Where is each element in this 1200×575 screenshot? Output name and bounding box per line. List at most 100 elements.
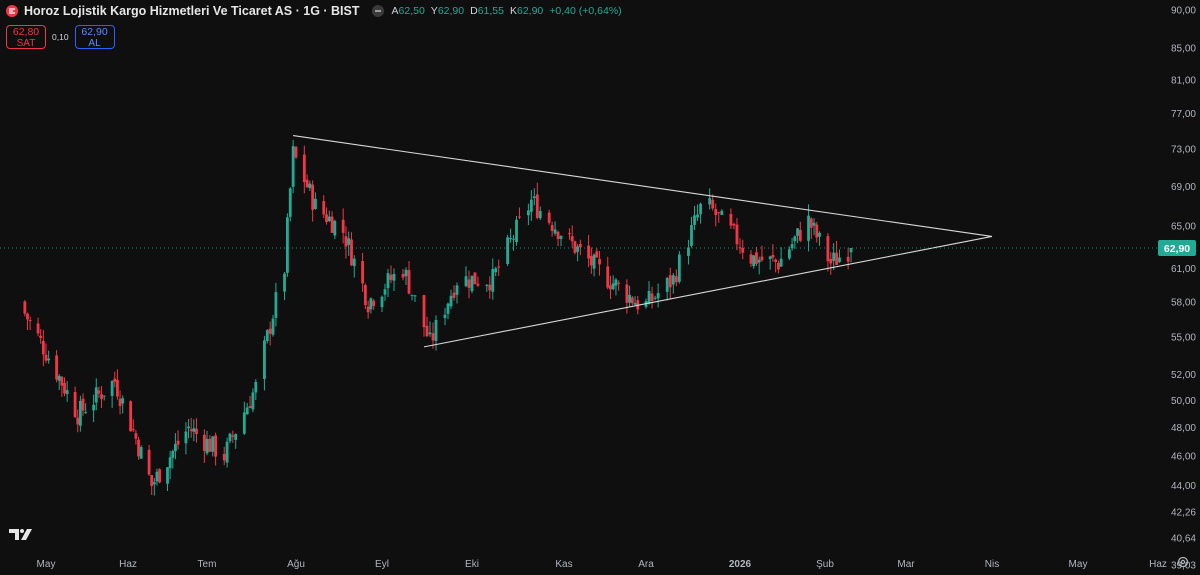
candle-body	[628, 294, 631, 303]
candle-body	[633, 303, 637, 305]
candle-body	[494, 268, 498, 273]
candle-body	[129, 401, 133, 432]
candle-body	[592, 254, 596, 269]
candle-body	[285, 217, 289, 273]
price-chart[interactable]: 90,00 85,00 81,00 77,00 73,00 69,00 65,00 61,00…	[0, 0, 1200, 575]
candle-body	[380, 296, 384, 308]
candle-body	[595, 251, 599, 258]
buy-label: AL	[88, 38, 101, 49]
x-tick-label: Haz	[119, 559, 137, 570]
candle-body	[617, 282, 621, 284]
candle-body	[671, 275, 675, 285]
candle-body	[708, 198, 712, 205]
candle-body	[184, 431, 188, 444]
y-tick-label: 77,00	[1171, 109, 1196, 120]
candle-body	[720, 210, 724, 215]
candle-body	[341, 219, 345, 233]
buy-button[interactable]: 62,90 AL	[74, 25, 115, 49]
candle-body	[760, 256, 764, 261]
candle-body	[81, 398, 85, 411]
candle-body	[325, 214, 328, 223]
candle-body	[55, 355, 58, 380]
candle-body	[333, 220, 337, 236]
y-tick-label: 40,64	[1171, 534, 1196, 545]
candle-body	[422, 295, 426, 328]
candle-body	[579, 243, 582, 248]
candle-body	[100, 394, 103, 400]
candle-body	[383, 289, 387, 295]
candle-body	[222, 453, 226, 461]
y-tick-label: 50,00	[1171, 396, 1196, 407]
candle-body	[630, 297, 634, 304]
candle-body	[171, 451, 175, 458]
x-tick-label: Eyl	[375, 559, 389, 570]
close-key: K	[509, 5, 517, 17]
candle-body	[155, 471, 159, 482]
candle-body	[491, 268, 495, 292]
candle-body	[807, 215, 810, 241]
candle-body	[547, 212, 551, 223]
candle-body	[774, 259, 778, 262]
y-tick-label: 61,00	[1171, 264, 1196, 275]
y-tick-label: 81,00	[1171, 75, 1196, 86]
x-tick-label: Mar	[897, 559, 915, 570]
candle-body	[506, 237, 510, 264]
y-tick-label: 52,00	[1171, 370, 1196, 381]
candle-body	[361, 261, 364, 284]
candle-body	[228, 433, 232, 442]
candle-body	[665, 278, 669, 292]
x-tick-label: Ara	[638, 559, 654, 570]
candle-body	[113, 378, 117, 382]
candle-body	[650, 293, 654, 301]
candle-body	[189, 429, 193, 432]
candle-body	[63, 383, 66, 394]
candle-body	[386, 273, 390, 289]
candle-body	[687, 247, 690, 256]
x-tick-label: May	[1069, 559, 1088, 570]
candle-body	[102, 395, 106, 397]
candle-body	[92, 404, 96, 411]
candle-body	[305, 179, 309, 188]
symbol-title[interactable]: Horoz Lojistik Kargo Hizmetleri Ve Ticar…	[24, 4, 360, 18]
candle-body	[131, 429, 135, 431]
candle-body	[36, 323, 40, 334]
y-tick-label: 44,00	[1171, 481, 1196, 492]
candle-body	[369, 298, 373, 310]
y-tick-label: 90,00	[1171, 6, 1196, 17]
y-tick-label: 55,00	[1171, 333, 1196, 344]
sell-button[interactable]: 62,80 SAT	[6, 25, 46, 49]
candle-body	[589, 256, 593, 266]
candle-body	[410, 294, 414, 296]
candle-body	[611, 283, 615, 290]
candle-body	[741, 247, 745, 253]
candle-body	[168, 457, 172, 469]
candle-body	[150, 475, 154, 486]
candle-body	[653, 297, 657, 299]
x-tick-label: Haz	[1149, 559, 1167, 570]
candle-body	[647, 290, 651, 304]
candle-body	[570, 236, 574, 242]
x-tick-label: Kas	[555, 559, 572, 570]
high-key: Y	[430, 5, 438, 17]
candle-body	[452, 292, 456, 298]
candle-body	[158, 469, 161, 483]
tradingview-logo-icon[interactable]	[8, 527, 34, 543]
candle-body	[699, 203, 702, 215]
candle-body	[274, 292, 278, 318]
candle-body	[413, 295, 417, 297]
candle-body	[39, 335, 43, 339]
candle-body	[526, 210, 530, 216]
candle-body	[166, 467, 169, 484]
candle-body	[344, 236, 348, 247]
y-tick-label: 65,00	[1171, 222, 1196, 233]
spread-value: 0,10	[52, 32, 69, 42]
settings-gear-icon[interactable]	[1176, 555, 1190, 569]
candle-body	[322, 201, 326, 215]
candle-body	[849, 247, 853, 253]
candle-body	[625, 284, 629, 303]
x-tick-label: May	[37, 559, 56, 570]
collapse-icon[interactable]	[371, 5, 384, 17]
x-tick-label: 2026	[729, 559, 752, 570]
candle-body	[352, 258, 356, 267]
candle-body	[467, 279, 471, 288]
